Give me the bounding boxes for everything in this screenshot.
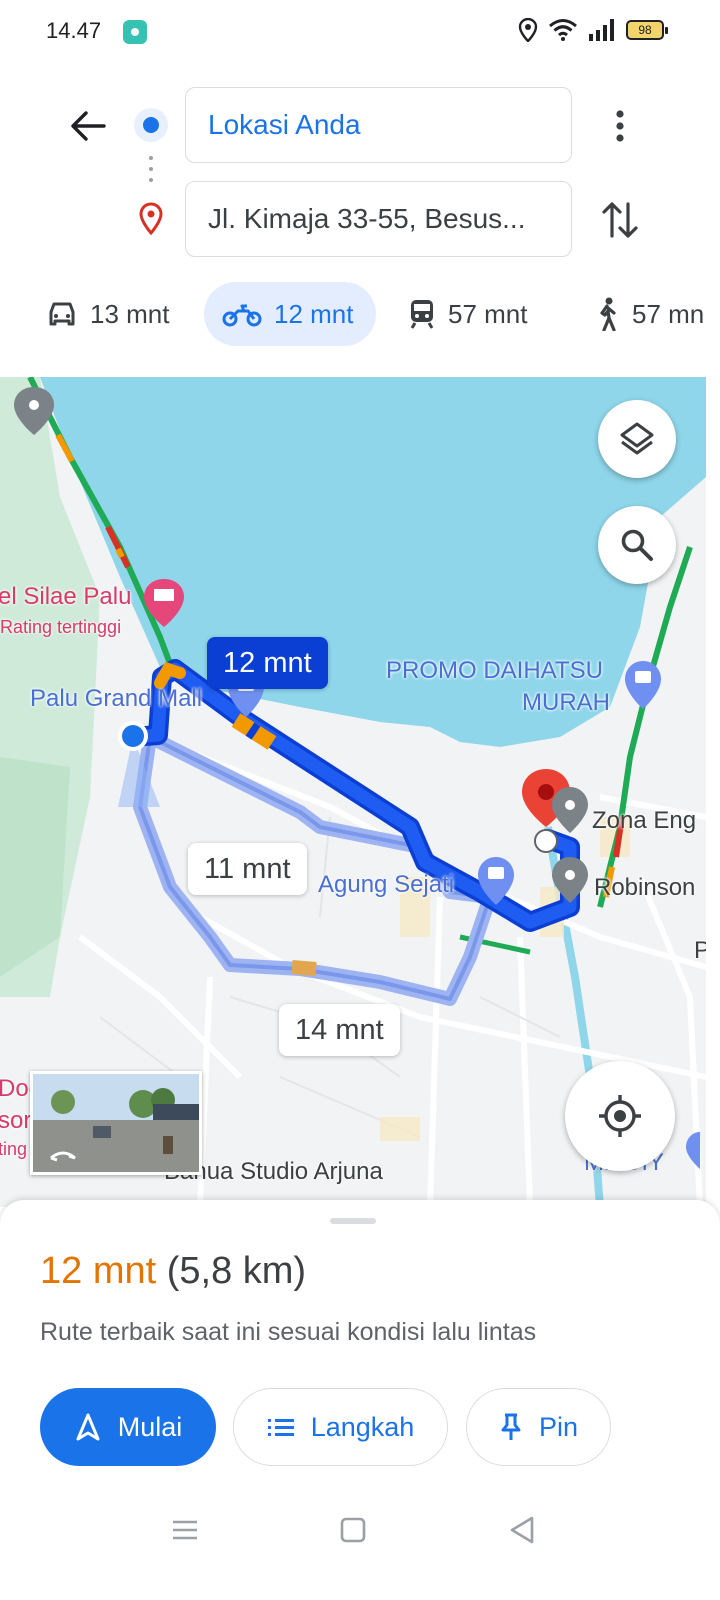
menu-icon xyxy=(173,1520,197,1540)
route-note: Rute terbaik saat ini sesuai kondisi lal… xyxy=(40,1318,537,1346)
start-button[interactable]: Mulai xyxy=(40,1388,216,1466)
wifi-icon xyxy=(549,19,577,41)
route-chip-primary[interactable]: 12 mnt xyxy=(207,637,328,689)
steps-button-label: Langkah xyxy=(310,1411,415,1442)
status-time: 14.47 xyxy=(46,18,102,43)
map-view[interactable]: el Silae Palu Rating tertinggi Palu Gran… xyxy=(0,377,706,1207)
status-icons: 98 xyxy=(518,18,668,42)
tab-transit[interactable]: 57 mnt xyxy=(390,282,546,346)
tab-car[interactable]: 13 mnt xyxy=(28,282,188,346)
street-view-image xyxy=(33,1074,199,1172)
map-label-mall[interactable]: Palu Grand Mall xyxy=(30,685,202,713)
tab-motorcycle[interactable]: 12 mnt xyxy=(204,282,376,346)
back-button[interactable] xyxy=(64,102,112,150)
tab-car-label: 13 mnt xyxy=(90,298,170,329)
back-triangle-icon xyxy=(510,1516,534,1544)
my-location-icon xyxy=(599,1095,641,1137)
travel-mode-tabs: 13 mnt 12 mnt 57 mnt 57 mn xyxy=(0,282,720,346)
nav-back-button[interactable] xyxy=(502,1510,542,1550)
sheet-drag-handle[interactable] xyxy=(330,1218,376,1224)
pin-icon xyxy=(501,1413,521,1440)
origin-input[interactable]: Lokasi Anda xyxy=(185,87,572,163)
map-label-hotel-rating: Rating tertinggi xyxy=(0,617,122,637)
car-icon xyxy=(49,302,75,326)
layers-icon xyxy=(620,422,654,455)
route-chip-alt-1[interactable]: 11 mnt xyxy=(188,843,307,895)
walking-icon xyxy=(600,297,616,331)
tab-motorcycle-label: 12 mnt xyxy=(274,298,354,329)
map-label-agung[interactable]: Agung Sejati xyxy=(318,871,454,899)
swap-locations-button[interactable] xyxy=(598,196,642,244)
map-label-promo-line1[interactable]: PROMO DAIHATSU xyxy=(386,657,603,685)
route-summary: 12 mnt (5,8 km) xyxy=(40,1250,306,1293)
origin-dot-icon xyxy=(134,108,168,142)
map-label-promo-line2: MURAH xyxy=(522,689,610,716)
layers-button[interactable] xyxy=(598,400,676,478)
status-bar: 14.47 98 xyxy=(0,0,720,62)
arrow-back-icon xyxy=(71,111,106,141)
location-icon xyxy=(518,18,538,42)
pin-button[interactable]: Pin xyxy=(466,1388,611,1466)
nav-menu-button[interactable] xyxy=(165,1510,205,1550)
swap-vert-icon xyxy=(602,202,638,238)
more-options-button[interactable] xyxy=(602,104,638,148)
more-vert-icon xyxy=(616,110,624,142)
route-distance: (5,8 km) xyxy=(166,1250,307,1292)
search-along-route-button[interactable] xyxy=(598,506,676,584)
route-connector xyxy=(148,156,154,190)
my-location-button[interactable] xyxy=(565,1061,675,1171)
map-label-zona[interactable]: Zona Eng xyxy=(592,807,696,835)
map-label-hotel[interactable]: el Silae Palu xyxy=(0,583,131,611)
destination-pin-icon xyxy=(139,202,163,236)
destination-input[interactable]: Jl. Kimaja 33-55, Besus... xyxy=(185,181,572,257)
home-square-icon xyxy=(340,1517,366,1543)
start-button-label: Mulai xyxy=(117,1411,183,1442)
route-duration: 12 mnt xyxy=(40,1250,157,1292)
signal-icon xyxy=(589,19,614,41)
map-label-edge-sor: sor xyxy=(0,1107,32,1134)
map-label-p: P xyxy=(694,937,706,964)
train-icon xyxy=(410,300,434,329)
map-label-robinson[interactable]: Robinson xyxy=(594,874,695,902)
tab-transit-label: 57 mnt xyxy=(448,298,528,329)
search-icon xyxy=(621,529,653,561)
tab-walk-label: 57 mn xyxy=(632,298,705,329)
street-view-thumbnail[interactable] xyxy=(30,1071,202,1175)
steps-button[interactable]: Langkah xyxy=(233,1388,448,1466)
app-notification-icon xyxy=(123,20,147,44)
battery-icon: 98 xyxy=(626,20,668,40)
tab-walk[interactable]: 57 mn xyxy=(576,282,720,346)
map-label-edge-ting: ting xyxy=(0,1139,28,1159)
route-chip-alt-2[interactable]: 14 mnt xyxy=(279,1004,400,1056)
motorcycle-icon xyxy=(222,304,262,327)
pin-button-label: Pin xyxy=(538,1411,579,1442)
list-icon xyxy=(267,1419,294,1436)
nav-home-button[interactable] xyxy=(333,1510,373,1550)
navigation-arrow-icon xyxy=(76,1413,100,1441)
system-navigation-bar xyxy=(0,1490,720,1560)
